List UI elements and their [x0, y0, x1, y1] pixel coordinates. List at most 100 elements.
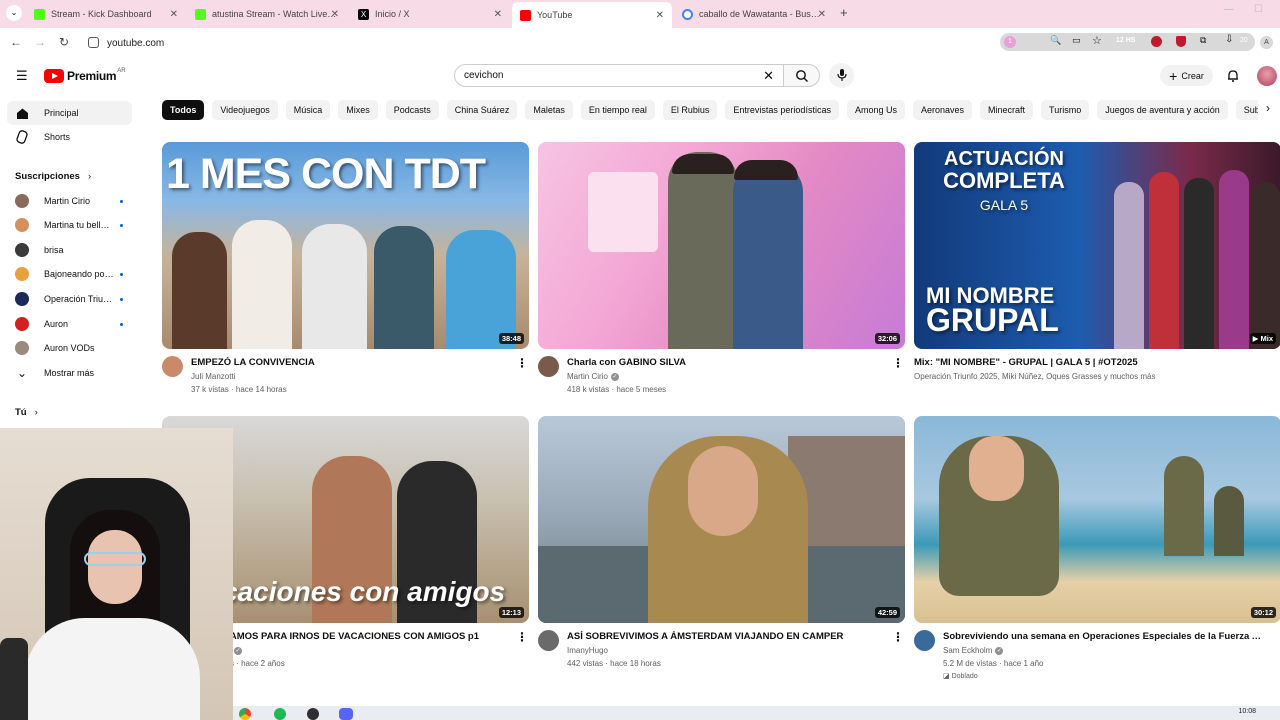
new-tab-button[interactable]: + [840, 5, 848, 20]
video-thumbnail[interactable]: 42:59 [538, 416, 905, 623]
hamburger-menu-icon[interactable]: ☰ [16, 68, 28, 84]
extensions-puzzle-icon[interactable]: ⧉ [1200, 35, 1206, 46]
video-thumbnail[interactable]: ACTUACIÓN COMPLETA GALA 5 MI NOMBRE GRUPAL… [914, 142, 1280, 349]
spotify-taskbar-icon[interactable] [274, 708, 286, 720]
channel-avatar[interactable] [914, 630, 935, 651]
obs-taskbar-icon[interactable] [307, 708, 319, 720]
video-card[interactable]: ACTUACIÓN COMPLETA GALA 5 MI NOMBRE GRUPAL… [914, 142, 1280, 409]
video-title[interactable]: PREPARAMOS PARA IRNOS DE VACACIONES CON … [191, 631, 511, 642]
browser-tab-google[interactable]: caballo de Wawatanta - Buscar con Google… [674, 3, 834, 25]
close-tab-icon[interactable]: ✕ [331, 9, 339, 20]
chip-musica[interactable]: Música [285, 100, 331, 120]
search-input[interactable]: cevichon [464, 70, 503, 81]
channel-name[interactable]: Sam Eckholm ✓ [943, 646, 1004, 655]
notifications-bell-icon[interactable] [1226, 69, 1240, 83]
browser-tab-youtube[interactable]: YouTube ✕ [512, 2, 672, 28]
browser-tab-kick-dashboard[interactable]: Stream - Kick Dashboard ✕ [26, 3, 186, 25]
subscription-item[interactable]: Operación Triunf... [7, 287, 132, 311]
chip-entrevistas[interactable]: Entrevistas periodísticas [725, 100, 839, 120]
chip-turismo[interactable]: Turismo [1041, 100, 1090, 120]
channel-avatar[interactable] [162, 356, 183, 377]
chip-minecraft[interactable]: Minecraft [980, 100, 1034, 120]
forward-icon[interactable]: → [34, 35, 46, 49]
more-options-icon[interactable]: ⋮ [516, 630, 528, 644]
close-tab-icon[interactable]: ✕ [656, 10, 664, 21]
account-avatar[interactable] [1257, 66, 1277, 86]
video-card[interactable]: 32:06 Charla con GABINO SILVA Martin Cir… [538, 142, 905, 409]
video-title[interactable]: Mix: "MI NOMBRE" - GRUPAL | GALA 5 | #OT… [914, 357, 1234, 368]
close-tab-icon[interactable]: ✕ [494, 9, 502, 20]
restore-window-icon[interactable]: ☐ [1254, 4, 1263, 15]
channel-name[interactable]: Martin Cirio ✓ [567, 372, 619, 381]
discord-taskbar-icon[interactable] [339, 708, 353, 720]
clear-search-icon[interactable]: ✕ [763, 68, 774, 84]
chip-el-rubius[interactable]: El Rubius [662, 100, 718, 120]
sidebar-item-shorts[interactable]: Shorts [7, 125, 132, 149]
cast-icon[interactable]: ▭ [1072, 35, 1081, 46]
channel-name[interactable]: ImanyHugo [567, 646, 608, 655]
close-tab-icon[interactable]: ✕ [818, 9, 826, 20]
extension-time-badge[interactable]: 12 HS [1116, 37, 1135, 44]
channel-avatar[interactable] [538, 356, 559, 377]
you-heading[interactable]: Tú › [15, 407, 38, 418]
chip-among-us[interactable]: Among Us [846, 100, 905, 120]
more-options-icon[interactable]: ⋮ [892, 630, 904, 644]
voice-search-button[interactable] [829, 63, 854, 88]
shield-extension-icon[interactable] [1176, 36, 1186, 47]
subscription-item[interactable]: Auron [7, 312, 132, 336]
reload-icon[interactable]: ↻ [59, 35, 69, 49]
channel-name[interactable]: Juli Manzotti [191, 372, 235, 381]
video-thumbnail[interactable]: 1 MES CON TDT 38:48 [162, 142, 529, 349]
extension-icon[interactable] [1151, 36, 1162, 47]
chip-maletas[interactable]: Maletas [525, 100, 573, 120]
channel-avatar[interactable] [538, 630, 559, 651]
downloads-icon[interactable]: ⇩ [1225, 34, 1233, 45]
chip-en-tiempo-real[interactable]: En tiempo real [580, 100, 655, 120]
chip-aeronaves[interactable]: Aeronaves [912, 100, 973, 120]
bookmark-star-icon[interactable]: ☆ [1092, 34, 1102, 47]
search-box[interactable]: cevichon ✕ [454, 64, 784, 87]
video-thumbnail[interactable]: 32:06 [538, 142, 905, 349]
subscription-item[interactable]: Auron VODs [7, 336, 132, 360]
back-icon[interactable]: ← [10, 35, 22, 49]
more-options-icon[interactable]: ⋮ [516, 356, 528, 370]
chip-subidos-recientemente[interactable]: Subidos recientemente [1235, 100, 1258, 120]
browser-tab-kick-stream[interactable]: atustina Stream - Watch Live on Kick ✕ [187, 3, 347, 25]
search-button[interactable] [783, 64, 820, 87]
video-title[interactable]: Sobreviviendo una semana en Operaciones … [943, 631, 1263, 642]
site-info-icon[interactable] [88, 37, 99, 48]
profile-avatar[interactable]: A [1260, 36, 1273, 49]
create-button[interactable]: + Crear [1160, 65, 1213, 86]
video-card[interactable]: 42:59 ASÍ SOBREVIVIMOS A ÁMSTERDAM VIAJA… [538, 416, 905, 683]
chrome-taskbar-icon[interactable] [239, 708, 251, 720]
chips-next-chevron-icon[interactable]: › [1266, 101, 1270, 115]
more-options-icon[interactable]: ⋮ [892, 356, 904, 370]
video-title[interactable]: ASÍ SOBREVIVIMOS A ÁMSTERDAM VIAJANDO EN… [567, 631, 887, 642]
extension-badge[interactable]: 1 [1004, 36, 1016, 48]
minimize-window-icon[interactable]: — [1224, 4, 1234, 15]
zoom-icon[interactable]: 🔍 [1050, 35, 1061, 46]
video-card[interactable]: 1 MES CON TDT 38:48 EMPEZÓ LA CONVIVENCI… [162, 142, 529, 409]
close-tab-icon[interactable]: ✕ [170, 9, 178, 20]
subscription-item[interactable]: brisa [7, 238, 132, 262]
video-title[interactable]: EMPEZÓ LA CONVIVENCIA [191, 357, 511, 368]
sidebar-item-principal[interactable]: Principal [7, 101, 132, 125]
video-title[interactable]: Charla con GABINO SILVA [567, 357, 887, 368]
video-thumbnail[interactable]: 30:12 [914, 416, 1280, 623]
url-field[interactable]: youtube.com [80, 32, 1000, 54]
browser-tab-x[interactable]: X Inicio / X ✕ [350, 3, 510, 25]
video-card[interactable]: 30:12 Sobreviviendo una semana en Operac… [914, 416, 1280, 683]
chip-todos[interactable]: Todos [162, 100, 205, 120]
show-more-button[interactable]: ⌄ Mostrar más [7, 361, 132, 385]
chip-aventura-accion[interactable]: Juegos de aventura y acción [1097, 100, 1228, 120]
chip-china-suarez[interactable]: China Suárez [446, 100, 518, 120]
youtube-premium-logo[interactable]: Premium AR [44, 68, 126, 83]
subscription-item[interactable]: Bajoneando por ... [7, 262, 132, 286]
tab-list-chevron-icon[interactable]: ⌄ [6, 5, 22, 21]
chip-podcasts[interactable]: Podcasts [385, 100, 439, 120]
subscription-item[interactable]: Martina tu bella ... [7, 213, 132, 237]
subscriptions-heading[interactable]: Suscripciones › [15, 171, 91, 182]
chip-videojuegos[interactable]: Videojuegos [212, 100, 278, 120]
subscription-item[interactable]: Martin Cirio [7, 189, 132, 213]
chip-mixes[interactable]: Mixes [338, 100, 378, 120]
